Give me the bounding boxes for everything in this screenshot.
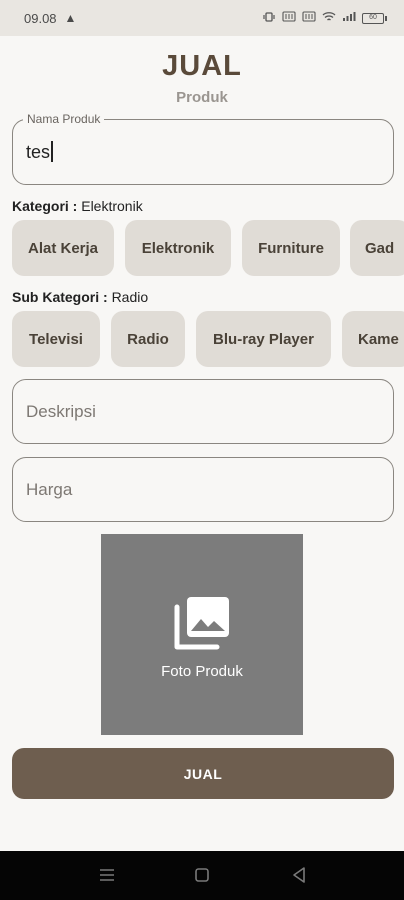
sub-category-chip-list[interactable]: Televisi Radio Blu-ray Player Kame [12, 311, 404, 367]
home-icon[interactable] [192, 865, 212, 885]
product-name-value: tes [26, 141, 53, 163]
status-indicators: 60 [262, 11, 387, 25]
signal-icon [342, 11, 356, 25]
product-photo-picker[interactable]: Foto Produk [101, 534, 303, 735]
category-label-title: Kategori : [12, 198, 78, 214]
category-chip-list[interactable]: Alat Kerja Elektronik Furniture Gad [12, 220, 404, 276]
sub-category-chip-blu-ray-player[interactable]: Blu-ray Player [196, 311, 331, 367]
category-chip-gadget[interactable]: Gad [350, 220, 404, 276]
sub-category-chip-radio[interactable]: Radio [111, 311, 185, 367]
price-placeholder: Harga [26, 480, 73, 499]
volte-icon [282, 11, 296, 25]
description-placeholder: Deskripsi [26, 402, 96, 421]
sub-category-label-title: Sub Kategori : [12, 289, 108, 305]
product-name-field[interactable]: Nama Produk tes [12, 112, 394, 185]
page-title: JUAL [162, 50, 242, 82]
page-subtitle: Produk [176, 89, 228, 106]
navigation-bar [0, 851, 404, 900]
price-field[interactable]: Harga [12, 457, 394, 522]
product-name-label: Nama Produk [23, 112, 105, 126]
status-time: 09.08 [24, 10, 57, 26]
back-icon[interactable] [289, 865, 309, 885]
wifi-icon [322, 11, 336, 25]
volte-icon [302, 11, 316, 25]
sell-button[interactable]: JUAL [12, 748, 394, 799]
status-bar: 09.08 ▲ 60 [0, 0, 404, 36]
battery-icon: 60 [362, 12, 387, 24]
sub-category-label: Sub Kategori : Radio [12, 289, 148, 305]
product-photo-label: Foto Produk [161, 663, 243, 680]
vibrate-icon [262, 11, 276, 25]
photo-library-icon [174, 597, 229, 650]
category-chip-elektronik[interactable]: Elektronik [125, 220, 231, 276]
sub-category-chip-kamera[interactable]: Kame [342, 311, 404, 367]
category-chip-furniture[interactable]: Furniture [242, 220, 340, 276]
text-caret [51, 141, 53, 162]
menu-icon[interactable] [97, 865, 117, 885]
description-field[interactable]: Deskripsi [12, 379, 394, 444]
sub-category-chip-televisi[interactable]: Televisi [12, 311, 100, 367]
category-label: Kategori : Elektronik [12, 198, 143, 214]
category-selected: Elektronik [81, 198, 143, 214]
warning-icon: ▲ [64, 11, 77, 25]
sub-category-selected: Radio [111, 289, 149, 305]
category-chip-alat-kerja[interactable]: Alat Kerja [12, 220, 114, 276]
